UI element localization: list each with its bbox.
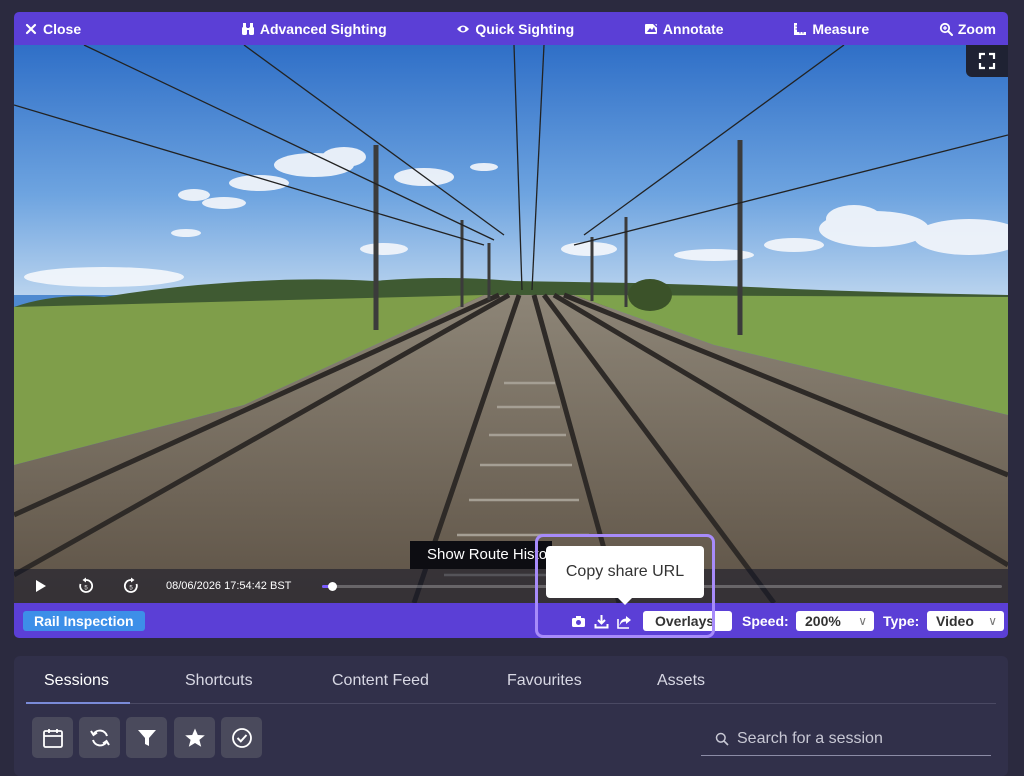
annotate-icon <box>644 21 658 34</box>
quick-sighting-label: Quick Sighting <box>475 20 575 37</box>
zoom-button[interactable]: Zoom <box>939 21 996 37</box>
star-icon <box>184 728 205 747</box>
calendar-icon <box>42 728 63 748</box>
zoom-icon <box>939 22 953 36</box>
calendar-button[interactable] <box>32 717 73 758</box>
tab-divider <box>26 703 996 704</box>
rewind-icon[interactable]: 5 <box>77 577 95 595</box>
rail-inspection-badge: Rail Inspection <box>23 611 145 631</box>
quick-sighting-button[interactable]: Quick Sighting <box>456 21 574 37</box>
toolbar: Close Advanced Sighting Quick Sighting A… <box>14 12 1008 45</box>
filter-icon <box>137 729 156 746</box>
session-search <box>701 722 991 756</box>
svg-text:5: 5 <box>129 586 133 592</box>
route-history-tooltip: Show Route History <box>410 541 552 569</box>
close-button[interactable]: Close <box>24 21 81 37</box>
speed-select[interactable]: 200% ∨ <box>796 611 874 631</box>
forward-icon[interactable]: 5 <box>122 577 140 595</box>
video-player-frame: Close Advanced Sighting Quick Sighting A… <box>14 12 1008 638</box>
close-icon <box>25 23 37 34</box>
tab-sessions[interactable]: Sessions <box>44 672 109 690</box>
advanced-sighting-label: Advanced Sighting <box>259 20 387 37</box>
advanced-sighting-button[interactable]: Advanced Sighting <box>241 21 387 37</box>
star-button[interactable] <box>174 717 215 758</box>
search-icon <box>715 732 729 746</box>
eye-icon <box>457 25 470 32</box>
ruler-icon <box>794 22 807 35</box>
type-label: Type: <box>883 613 920 629</box>
chevron-down-icon: ∨ <box>988 614 997 628</box>
measure-button[interactable]: Measure <box>793 21 869 37</box>
zoom-label: Zoom <box>957 20 996 37</box>
tab-assets[interactable]: Assets <box>657 672 705 690</box>
svg-text:5: 5 <box>84 586 88 592</box>
annotate-button[interactable]: Annotate <box>644 21 724 37</box>
type-value: Video <box>936 613 974 629</box>
sessions-panel: Sessions Shortcuts Content Feed Favourit… <box>14 656 1008 776</box>
fullscreen-icon <box>978 52 996 70</box>
panel-tabs: Sessions Shortcuts Content Feed Favourit… <box>14 656 1008 704</box>
measure-label: Measure <box>812 20 870 37</box>
close-label: Close <box>43 20 82 37</box>
refresh-button[interactable] <box>79 717 120 758</box>
refresh-icon <box>89 729 110 746</box>
tab-content-feed[interactable]: Content Feed <box>332 672 429 690</box>
progress-knob[interactable] <box>328 582 338 591</box>
chevron-down-icon: ∨ <box>858 614 867 628</box>
speed-label: Speed: <box>742 613 789 629</box>
copy-share-url-tooltip: Copy share URL <box>546 546 704 605</box>
play-icon[interactable] <box>31 577 49 595</box>
type-select[interactable]: Video ∨ <box>927 611 1004 631</box>
fullscreen-button[interactable] <box>966 45 1008 77</box>
timestamp: 08/06/2026 17:54:42 BST <box>166 580 292 592</box>
check-button[interactable] <box>221 717 262 758</box>
playback-controls: 5 5 08/06/2026 17:54:42 BST <box>14 569 1008 603</box>
filter-button[interactable] <box>126 717 167 758</box>
player-bottombar: Rail Inspection Overlays Speed: 200% ∨ T… <box>14 603 1008 638</box>
speed-value: 200% <box>805 613 841 629</box>
annotate-label: Annotate <box>662 20 724 37</box>
tab-shortcuts[interactable]: Shortcuts <box>185 672 253 690</box>
check-circle-icon <box>231 727 252 748</box>
search-input[interactable] <box>737 729 987 748</box>
railway-scene <box>14 45 1008 603</box>
active-tab-indicator <box>26 702 130 704</box>
binoculars-icon <box>241 22 254 35</box>
video-frame[interactable]: 5 5 08/06/2026 17:54:42 BST Show Route H… <box>14 45 1008 603</box>
tab-favourites[interactable]: Favourites <box>507 672 582 690</box>
